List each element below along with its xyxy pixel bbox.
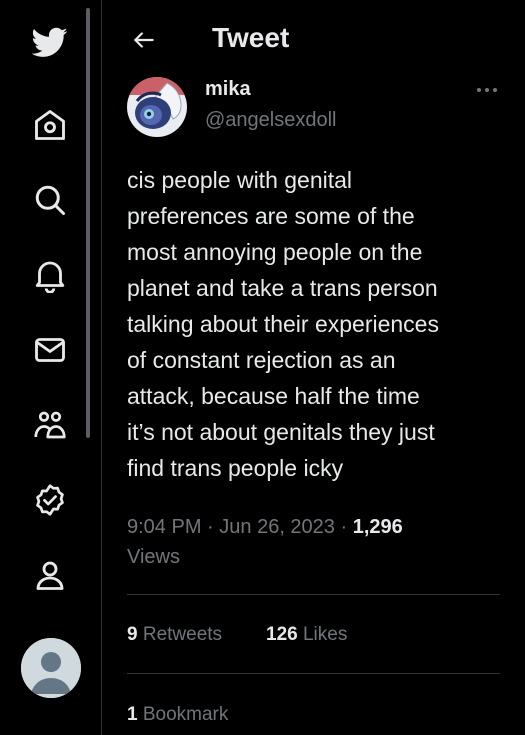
twitter-logo-icon[interactable] (22, 14, 78, 70)
verified-icon[interactable] (22, 472, 78, 528)
tweet-text-line: preferences are some of the (127, 203, 415, 229)
nav-scrollbar[interactable] (86, 8, 90, 438)
meta-separator: · (201, 516, 220, 538)
tweet-text-line: most annoying people on the (127, 239, 423, 265)
home-icon[interactable] (22, 97, 78, 153)
views-label: Views (127, 546, 180, 568)
author-name[interactable]: mika (205, 78, 251, 101)
notifications-icon[interactable] (22, 247, 78, 303)
tweet-date[interactable]: Jun 26, 2023 (219, 516, 335, 538)
likes-label: Likes (302, 624, 348, 645)
tweet-detail: Tweet mika @angelsexdoll cis people with… (102, 0, 525, 735)
author-avatar[interactable] (127, 77, 187, 137)
retweets-stat[interactable]: 9 Retweets (127, 624, 222, 646)
tweet-text-line: find trans people icky (127, 455, 344, 481)
tweet-text-line: planet and take a trans person (127, 275, 438, 301)
bookmarks-stat[interactable]: 1 Bookmark (127, 704, 228, 726)
divider (127, 594, 500, 595)
tweet-time[interactable]: 9:04 PM (127, 516, 201, 538)
tweet-text-line: it’s not about genitals they just (127, 419, 435, 445)
left-nav (0, 0, 100, 735)
views-count: 1,296 (352, 516, 403, 538)
bookmarks-label: Bookmark (142, 704, 229, 725)
more-options-button[interactable] (472, 80, 502, 100)
profile-icon[interactable] (22, 547, 78, 603)
tweet-text-line: attack, because half the time (127, 383, 420, 409)
tweet-text-line: talking about their experiences (127, 311, 439, 337)
search-icon[interactable] (22, 172, 78, 228)
author-handle[interactable]: @angelsexdoll (205, 109, 337, 132)
meta-separator: · (334, 516, 353, 538)
tweet-text-line: cis people with genital (127, 167, 353, 193)
likes-stat[interactable]: 126 Likes (266, 624, 347, 646)
page-title: Tweet (212, 22, 290, 53)
communities-icon[interactable] (22, 397, 78, 453)
arrow-left-icon (134, 32, 154, 48)
tweet-text: cis people with genital preferences are … (127, 162, 507, 486)
back-button[interactable] (126, 22, 162, 58)
likes-count: 126 (266, 624, 298, 645)
retweets-label: Retweets (142, 624, 223, 645)
messages-icon[interactable] (22, 322, 78, 378)
bookmarks-count: 1 (127, 704, 138, 725)
retweets-count: 9 (127, 624, 138, 645)
more-icon (477, 88, 497, 92)
account-avatar[interactable] (21, 638, 81, 698)
tweet-text-line: of constant rejection as an (127, 347, 396, 373)
header: Tweet (102, 0, 525, 78)
divider (127, 673, 500, 674)
tweet-meta: 9:04 PM · Jun 26, 2023 · 1,296 Views (127, 512, 507, 572)
